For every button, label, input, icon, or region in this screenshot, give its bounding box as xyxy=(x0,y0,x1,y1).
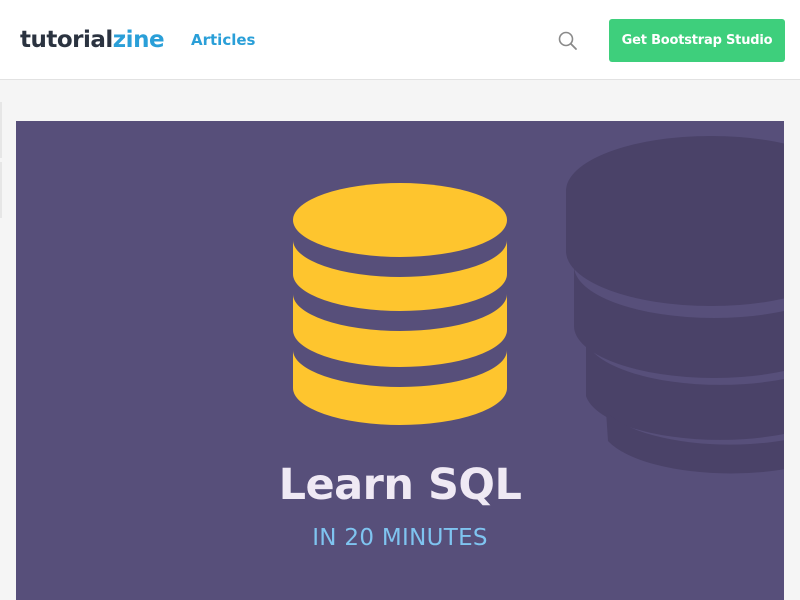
site-header: tutorialzine Articles Get Bootstrap Stud… xyxy=(0,0,800,80)
hero-subtitle: IN 20 MINUTES xyxy=(312,525,488,551)
hero-title: Learn SQL xyxy=(278,460,522,510)
search-icon xyxy=(558,31,577,50)
nav-articles-link[interactable]: Articles xyxy=(191,29,255,51)
search-button[interactable] xyxy=(556,29,580,53)
get-bootstrap-studio-button[interactable]: Get Bootstrap Studio xyxy=(609,19,785,62)
hero-banner[interactable]: Learn SQL IN 20 MINUTES xyxy=(16,121,784,600)
side-tab-bottom[interactable] xyxy=(0,162,2,218)
logo[interactable]: tutorialzine xyxy=(20,24,165,56)
side-tab-top[interactable] xyxy=(0,102,2,158)
logo-text-zine: zine xyxy=(112,27,165,53)
database-watermark-icon xyxy=(566,136,784,474)
logo-text-tutorial: tutorial xyxy=(20,27,113,53)
database-icon xyxy=(293,183,507,425)
